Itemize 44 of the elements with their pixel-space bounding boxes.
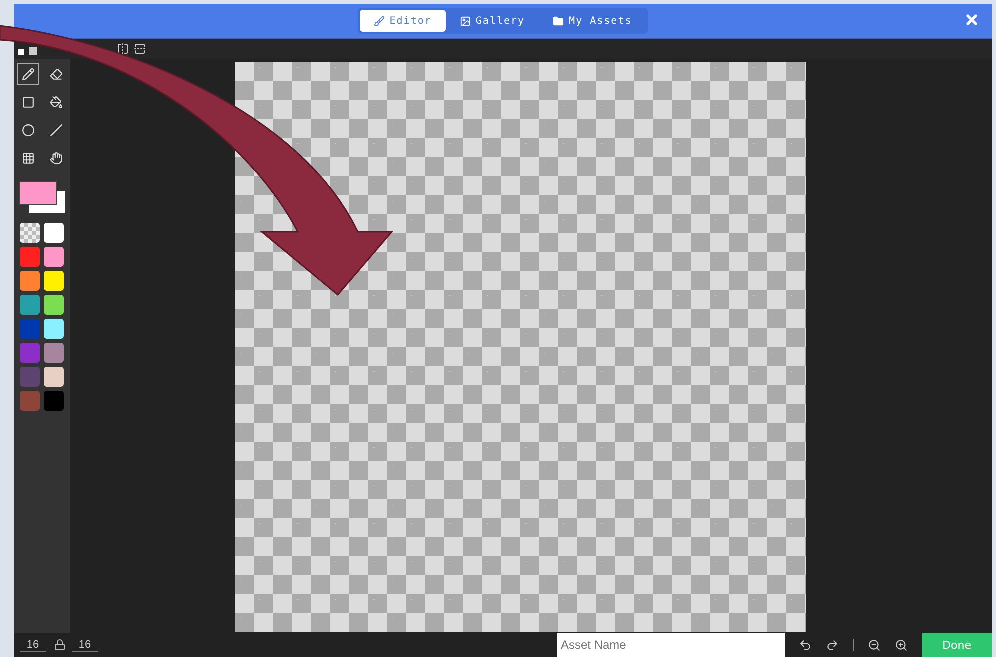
width-field[interactable]: 16 <box>20 638 46 652</box>
folder-icon <box>553 16 564 26</box>
flip-vertical-button[interactable] <box>134 43 146 55</box>
circle-icon <box>22 124 34 136</box>
color-swatch[interactable] <box>44 247 64 267</box>
undo-button[interactable] <box>799 638 812 652</box>
marquee-icon <box>22 152 34 164</box>
tab[interactable]: Gallery <box>446 10 540 32</box>
height-field[interactable]: 16 <box>72 638 98 652</box>
color-swatch[interactable] <box>20 391 40 411</box>
tab[interactable]: Editor <box>360 10 446 32</box>
zoom-out-button[interactable] <box>868 638 881 652</box>
hand-icon <box>50 152 62 164</box>
redo-button[interactable] <box>826 638 839 652</box>
color-swatch[interactable] <box>20 295 40 315</box>
paint-bucket-icon <box>50 96 62 108</box>
line-icon <box>50 124 62 136</box>
flip-horizontal-button[interactable] <box>117 43 129 55</box>
eraser-icon <box>50 68 62 80</box>
drawing-canvas[interactable] <box>234 62 806 632</box>
tab[interactable]: My Assets <box>539 10 646 32</box>
asset-name-field[interactable]: Asset Name <box>557 633 785 657</box>
brush-icon <box>374 16 385 26</box>
lock-icon[interactable] <box>54 639 66 651</box>
primary-color-swatch[interactable] <box>19 181 57 205</box>
color-swatch[interactable] <box>44 343 64 363</box>
rectangle-icon <box>22 96 34 108</box>
zoom-in-button[interactable] <box>895 638 908 652</box>
color-swatch[interactable] <box>20 367 40 387</box>
transparent-swatch[interactable] <box>20 223 40 243</box>
color-swatch[interactable] <box>44 295 64 315</box>
close-button[interactable] <box>964 12 980 28</box>
color-swatch[interactable] <box>20 247 40 267</box>
color-swatch[interactable] <box>44 391 64 411</box>
color-swatch[interactable] <box>20 271 40 291</box>
color-swatch[interactable] <box>44 271 64 291</box>
color-swatch[interactable] <box>44 223 64 243</box>
tool-button[interactable] <box>17 63 39 85</box>
color-swatch[interactable] <box>44 319 64 339</box>
color-swatch[interactable] <box>44 367 64 387</box>
pencil-icon <box>22 68 34 80</box>
color-swatch[interactable] <box>20 319 40 339</box>
image-icon <box>460 16 471 26</box>
color-swatch[interactable] <box>20 343 40 363</box>
